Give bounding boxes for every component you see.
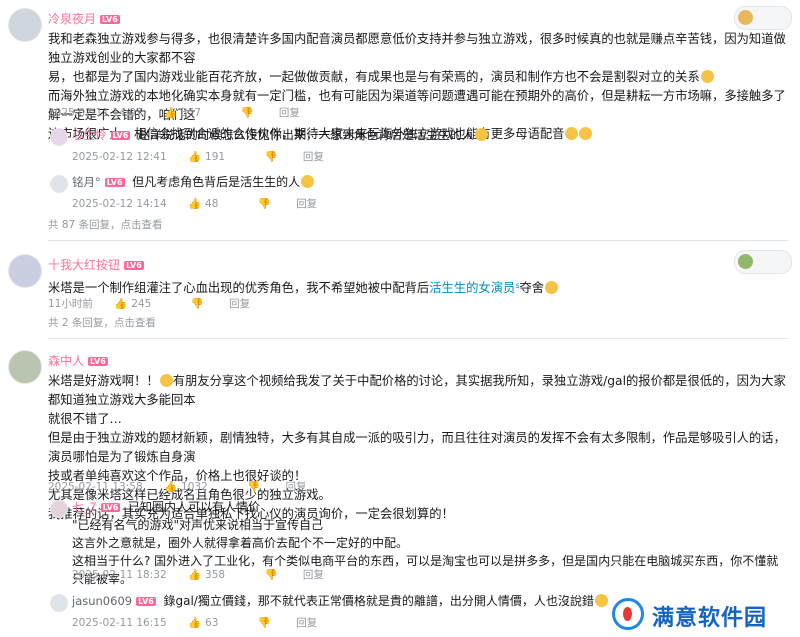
view-more-link[interactable]: 点击查看 xyxy=(121,219,163,231)
divider xyxy=(48,240,788,241)
like-button[interactable]: 👍 191 xyxy=(188,151,243,163)
reply-button[interactable]: 回复 xyxy=(296,198,317,210)
reply-button[interactable]: 回复 xyxy=(279,107,300,119)
dislike-button[interactable]: 👎 xyxy=(258,198,275,210)
level-badge: LV6 xyxy=(100,15,120,24)
reply-button[interactable]: 回复 xyxy=(296,617,317,629)
reply-2: 铭月° LV6 但凡考虑角色背后是活生生的人 xyxy=(72,173,772,191)
timestamp: 2025-02-11 14:07 xyxy=(48,107,143,119)
thumbs-up-icon: 👍 xyxy=(187,198,202,210)
watermark-text: 满意软件园 xyxy=(652,605,768,631)
like-button[interactable]: 👍 357 xyxy=(164,107,219,119)
avatar[interactable] xyxy=(50,500,68,518)
username[interactable]: 冷泉夜月 LV6 xyxy=(48,12,120,26)
like-button[interactable]: 👍 48 xyxy=(188,198,236,210)
username[interactable]: 森中人 LV6 xyxy=(48,354,108,368)
more-replies: 共 87 条回复，点击查看 xyxy=(48,219,163,231)
comment-meta: 2025-02-11 14:07 👍 357 👎 回复 xyxy=(48,106,318,120)
avatar[interactable] xyxy=(50,128,68,146)
reply-button[interactable]: 回复 xyxy=(229,298,250,310)
dislike-button[interactable]: 👎 xyxy=(191,298,208,310)
reply-meta: 2025-02-11 18:32 👍 358 👎 回复 xyxy=(72,569,324,581)
comment-meta: 2025-02-11 13:58 👍 1032 👎 回复 xyxy=(48,481,307,493)
dislike-button[interactable]: 👎 xyxy=(240,107,257,119)
watermark: 满意软件园 xyxy=(612,596,792,632)
username[interactable]: 十我大红按钮 LV6 xyxy=(48,258,144,272)
reply-button[interactable]: 回复 xyxy=(303,569,324,581)
thumbs-up-icon: 👍 xyxy=(187,617,202,629)
view-more-link[interactable]: 点击查看 xyxy=(114,317,156,329)
avatar[interactable] xyxy=(8,350,42,384)
comment-text: 米塔是一个制作组灌注了心血出现的优秀角色，我不希望她被中配背后活生生的女演员s夺… xyxy=(48,276,788,298)
emoji-icon xyxy=(594,594,608,607)
level-badge: LV6 xyxy=(88,357,108,366)
thumbs-up-icon: 👍 xyxy=(163,107,178,119)
like-button[interactable]: 👍 63 xyxy=(188,617,236,629)
reply-username[interactable]: 七_7 xyxy=(72,500,97,514)
level-badge: LV6 xyxy=(124,261,144,270)
medal-icon xyxy=(738,10,753,25)
dislike-button[interactable]: 👎 xyxy=(264,569,281,581)
thumbs-down-icon: 👎 xyxy=(257,198,271,210)
smile-emoji-icon xyxy=(700,70,714,83)
thumbs-down-icon: 👎 xyxy=(190,298,204,310)
avatar[interactable] xyxy=(50,175,68,193)
thumbs-down-icon: 👎 xyxy=(240,107,254,119)
reply-meta: 2025-02-11 16:15 👍 63 👎 回复 xyxy=(72,617,318,629)
thumbs-down-icon: 👎 xyxy=(264,569,278,581)
reply-username[interactable]: jasun0609 xyxy=(72,594,132,608)
reply-meta: 2025-02-12 12:41 👍 191 👎 回复 xyxy=(72,151,324,163)
reply-button[interactable]: 回复 xyxy=(303,151,324,163)
like-button[interactable]: 👍 1032 xyxy=(164,481,226,493)
emoji-icon xyxy=(474,128,488,141)
emoji-icon xyxy=(301,175,315,188)
comment-meta: 11小时前 👍 245 👎 回复 xyxy=(48,298,251,310)
thumbs-down-icon: 👎 xyxy=(247,481,261,493)
thumbs-up-icon: 👍 xyxy=(163,481,178,493)
fan-badge xyxy=(734,6,792,30)
reply-username[interactable]: 铭月° xyxy=(72,175,101,189)
reply-2: jasun0609 LV6 錄gal/獨立價錢，那不就代表正常價格就是貴的離譜，出… xyxy=(72,592,612,610)
reply-meta: 2025-02-12 14:14 👍 48 👎 回复 xyxy=(72,198,318,210)
reply-1: 心生怜 LV6 赵洋说话的时候怎么没见你出来，一想到角色背后是活生生的人 xyxy=(72,126,772,144)
thumbs-down-icon: 👎 xyxy=(264,151,278,163)
thumbs-down-icon: 👎 xyxy=(257,617,271,629)
medal-icon xyxy=(738,254,753,269)
like-button[interactable]: 👍 245 xyxy=(114,298,169,310)
reply-button[interactable]: 回复 xyxy=(286,481,307,493)
fan-badge xyxy=(734,250,792,274)
divider xyxy=(48,338,788,339)
watermark-logo-icon xyxy=(612,598,644,630)
dislike-button[interactable]: 👎 xyxy=(264,151,281,163)
emoji-icon xyxy=(159,374,173,387)
dislike-button[interactable]: 👎 xyxy=(247,481,264,493)
thumbs-up-icon: 👍 xyxy=(114,298,128,310)
thumbs-up-icon: 👍 xyxy=(187,151,202,163)
emoji-icon xyxy=(545,281,559,294)
more-replies: 共 2 条回复，点击查看 xyxy=(48,317,156,329)
thumbs-up-icon: 👍 xyxy=(187,569,202,581)
avatar[interactable] xyxy=(8,8,42,42)
avatar[interactable] xyxy=(50,594,68,612)
avatar[interactable] xyxy=(8,254,42,288)
reply-username[interactable]: 心生怜 xyxy=(72,128,107,142)
search-link[interactable]: 活生生的女演员 xyxy=(429,281,515,295)
dislike-button[interactable]: 👎 xyxy=(258,617,275,629)
like-button[interactable]: 👍 358 xyxy=(188,569,243,581)
